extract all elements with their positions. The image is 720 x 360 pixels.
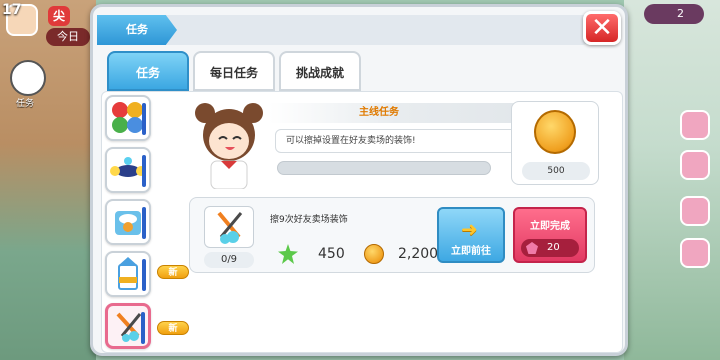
tab-daily-tasks[interactable]: 每日任务 — [193, 51, 275, 91]
task-category-sidebar: 新 新 — [105, 95, 189, 353]
gem-counter[interactable]: 2 — [644, 4, 704, 24]
main-task-title: 主线任务 — [359, 107, 399, 118]
sidebar-item-3[interactable] — [105, 199, 151, 245]
go-now-button[interactable]: ➜ 立即前往 — [437, 207, 505, 263]
complete-now-button[interactable]: 立即完成 20 — [513, 207, 587, 263]
task-name: 擦9次好友卖场装饰 — [270, 215, 348, 225]
complete-now-label: 立即完成 — [530, 221, 570, 232]
sidebar-item-2[interactable] — [105, 147, 151, 193]
task-hud-icon[interactable] — [10, 60, 46, 96]
panel-header-label: 任务 — [97, 15, 177, 45]
sidebar-item-5[interactable] — [105, 303, 151, 349]
hud-red-badge[interactable]: 尖 — [48, 6, 70, 26]
today-button[interactable]: 今日 — [46, 28, 90, 46]
green-star-icon — [278, 244, 298, 264]
right-shop-icon-2[interactable] — [680, 150, 710, 180]
right-shop-icon-4[interactable] — [680, 238, 710, 268]
main-task-reward: 500 — [511, 101, 599, 185]
arrow-right-icon: ➜ — [461, 217, 478, 241]
new-badge: 新 — [157, 321, 189, 335]
close-icon: ✕ — [591, 13, 613, 43]
task-progress-count: 0/9 — [204, 252, 254, 268]
sidebar-scroll-bar — [141, 312, 145, 344]
task-coin-reward: 2,200 — [398, 246, 439, 262]
sidebar-scroll-bar — [142, 207, 146, 239]
sidebar-scroll-bar — [142, 155, 146, 187]
task-panel: 任务 ✕ 任务 每日任务 挑战成就 新 新 主线任务 可以擦掉设置在好友卖场的装… — [90, 4, 628, 356]
right-shop-icon-3[interactable] — [680, 196, 710, 226]
sidebar-scroll-bar — [142, 259, 146, 291]
new-badge: 新 — [157, 265, 189, 279]
player-level: 17 — [2, 2, 22, 18]
gold-coin-icon — [534, 110, 576, 154]
tab-challenge-achievements[interactable]: 挑战成就 — [279, 51, 361, 91]
task-star-reward: 450 — [318, 246, 345, 262]
background-right — [624, 0, 720, 360]
background-left — [0, 0, 96, 360]
go-now-label: 立即前往 — [451, 246, 491, 257]
sidebar-item-4[interactable] — [105, 251, 151, 297]
sidebar-scroll-bar — [142, 103, 146, 135]
character-illustration — [195, 103, 263, 189]
coin-icon — [364, 244, 384, 264]
sidebar-item-1[interactable] — [105, 95, 151, 141]
right-shop-icon-1[interactable] — [680, 110, 710, 140]
main-task-progress-bar — [277, 161, 491, 175]
task-thumbnail — [204, 206, 254, 248]
close-button[interactable]: ✕ — [583, 11, 621, 45]
main-task-reward-amount: 500 — [522, 162, 590, 180]
tab-tasks[interactable]: 任务 — [107, 51, 189, 91]
task-hud-label: 任务 — [16, 99, 35, 109]
broom-icon — [217, 211, 243, 244]
